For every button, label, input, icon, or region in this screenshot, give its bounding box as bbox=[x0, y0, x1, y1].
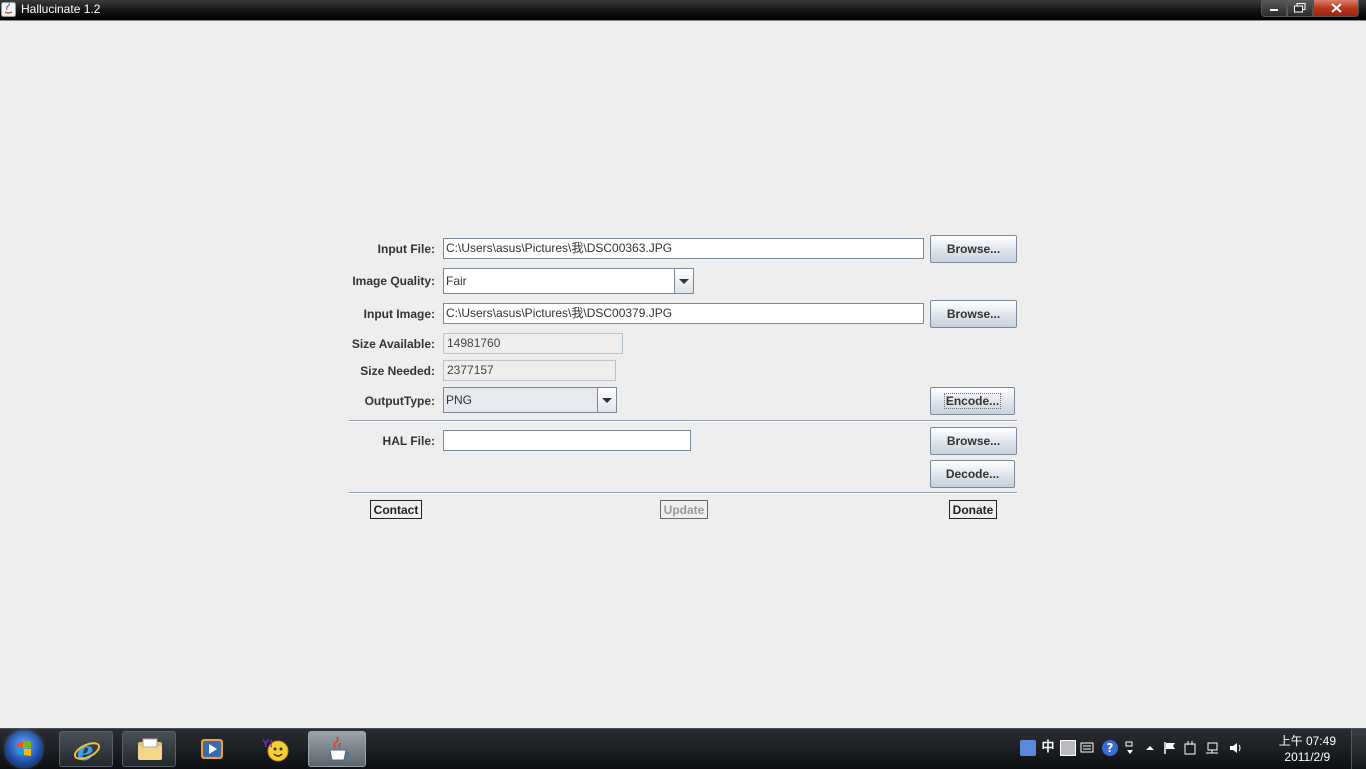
close-icon bbox=[1330, 3, 1342, 13]
image-quality-select[interactable]: Fair bbox=[443, 268, 694, 294]
network-icon[interactable] bbox=[1204, 740, 1220, 756]
output-type-label: OutputType: bbox=[364, 394, 435, 408]
size-needed-label: Size Needed: bbox=[360, 364, 435, 378]
input-file-browse-button[interactable]: Browse... bbox=[930, 235, 1017, 263]
input-image-browse-button[interactable]: Browse... bbox=[930, 300, 1017, 328]
window-border bbox=[0, 20, 1366, 21]
svg-text:Y!: Y! bbox=[262, 738, 273, 750]
start-button[interactable] bbox=[6, 731, 42, 767]
window-title: Hallucinate 1.2 bbox=[21, 2, 101, 16]
footer-separator-highlight bbox=[349, 493, 1017, 494]
taskbar: e Y! 中 ? 上午 07:49 2011/2/9 bbox=[0, 728, 1366, 769]
size-available-label: Size Available: bbox=[351, 337, 435, 351]
power-icon[interactable] bbox=[1182, 740, 1198, 756]
decode-button[interactable]: Decode... bbox=[930, 460, 1015, 488]
taskbar-media-player[interactable] bbox=[185, 731, 239, 767]
hal-file-field[interactable] bbox=[443, 430, 691, 451]
volume-icon[interactable] bbox=[1228, 740, 1244, 756]
title-bar: Hallucinate 1.2 bbox=[0, 0, 1366, 20]
restore-icon bbox=[1294, 3, 1306, 13]
contact-button[interactable]: Contact bbox=[370, 500, 422, 519]
media-player-icon bbox=[201, 739, 223, 759]
input-image-label: Input Image: bbox=[363, 307, 435, 321]
taskbar-windows-explorer[interactable] bbox=[122, 731, 176, 767]
ime-indicator[interactable]: 中 bbox=[1040, 740, 1056, 756]
ime-pad-icon[interactable] bbox=[1080, 740, 1096, 756]
taskbar-yahoo-messenger[interactable]: Y! bbox=[248, 731, 302, 767]
size-needed-field: 2377157 bbox=[443, 360, 616, 381]
update-button[interactable]: Update bbox=[660, 500, 708, 519]
svg-text:e: e bbox=[77, 737, 94, 764]
minimize-button[interactable] bbox=[1261, 0, 1287, 17]
windows-logo-icon bbox=[17, 741, 31, 756]
clock-time: 上午 07:49 bbox=[1278, 734, 1336, 748]
system-tray: 中 ? 上午 07:49 2011/2/9 bbox=[1016, 729, 1366, 769]
show-hidden-icons[interactable] bbox=[1142, 740, 1158, 756]
close-button[interactable] bbox=[1313, 0, 1359, 17]
input-file-label: Input File: bbox=[377, 242, 435, 256]
ime-mode-icon[interactable] bbox=[1060, 740, 1076, 756]
show-desktop-button[interactable] bbox=[1351, 729, 1366, 769]
separator-highlight bbox=[349, 421, 1017, 422]
yahoo-messenger-icon: Y! bbox=[262, 738, 289, 762]
internet-explorer-icon: e bbox=[73, 737, 101, 764]
hal-file-browse-button[interactable]: Browse... bbox=[930, 427, 1017, 455]
maximize-button[interactable] bbox=[1287, 0, 1313, 17]
folder-icon bbox=[138, 738, 162, 760]
language-bar-icon[interactable] bbox=[1020, 740, 1036, 756]
action-center-flag-icon[interactable] bbox=[1162, 740, 1178, 756]
size-available-field: 14981760 bbox=[443, 333, 623, 354]
chevron-down-icon[interactable] bbox=[597, 388, 616, 412]
minimize-icon bbox=[1270, 9, 1278, 11]
taskbar-java-app[interactable] bbox=[308, 731, 366, 767]
java-cup-icon bbox=[329, 736, 349, 761]
output-type-value: PNG bbox=[446, 393, 473, 407]
image-quality-value: Fair bbox=[446, 274, 467, 288]
clock[interactable]: 上午 07:49 2011/2/9 bbox=[1279, 733, 1336, 765]
donate-button[interactable]: Donate bbox=[949, 500, 997, 519]
input-image-field[interactable]: C:\Users\asus\Pictures\我\DSC00379.JPG bbox=[443, 303, 924, 324]
input-file-field[interactable]: C:\Users\asus\Pictures\我\DSC00363.JPG bbox=[443, 238, 924, 259]
hal-file-label: HAL File: bbox=[382, 434, 435, 448]
output-type-select[interactable]: PNG bbox=[443, 387, 617, 413]
chevron-down-icon[interactable] bbox=[674, 269, 693, 293]
ime-options-icon[interactable] bbox=[1122, 740, 1138, 756]
java-app-icon bbox=[1, 2, 16, 17]
encode-button[interactable]: Encode... bbox=[930, 387, 1015, 415]
taskbar-internet-explorer[interactable]: e bbox=[59, 731, 113, 767]
clock-date: 2011/2/9 bbox=[1284, 750, 1331, 764]
help-icon[interactable]: ? bbox=[1102, 740, 1118, 756]
image-quality-label: Image Quality: bbox=[352, 274, 435, 288]
